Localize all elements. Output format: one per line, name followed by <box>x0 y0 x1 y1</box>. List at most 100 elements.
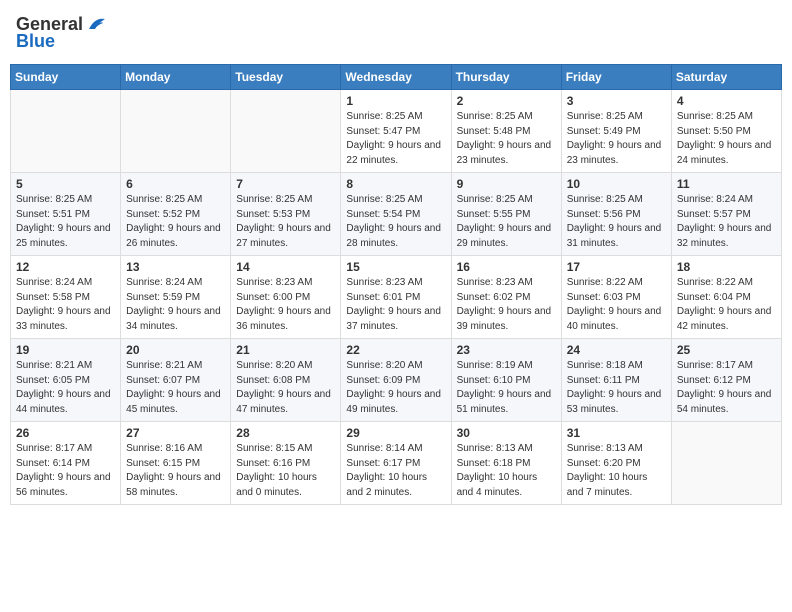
day-number: 16 <box>457 260 556 274</box>
calendar-cell: 19 Sunrise: 8:21 AM Sunset: 6:05 PM Dayl… <box>11 339 121 422</box>
sunset-text: Sunset: 6:00 PM <box>236 292 310 303</box>
calendar-cell: 29 Sunrise: 8:14 AM Sunset: 6:17 PM Dayl… <box>341 422 451 505</box>
col-monday: Monday <box>121 65 231 90</box>
calendar-cell: 1 Sunrise: 8:25 AM Sunset: 5:47 PM Dayli… <box>341 90 451 173</box>
daylight-text: Daylight: 9 hours and 34 minutes. <box>126 306 221 332</box>
day-number: 22 <box>346 343 445 357</box>
daylight-text: Daylight: 9 hours and 25 minutes. <box>16 223 111 249</box>
calendar-cell <box>231 90 341 173</box>
daylight-text: Daylight: 10 hours and 4 minutes. <box>457 472 538 498</box>
calendar-cell: 24 Sunrise: 8:18 AM Sunset: 6:11 PM Dayl… <box>561 339 671 422</box>
sunset-text: Sunset: 6:20 PM <box>567 458 641 469</box>
sunrise-text: Sunrise: 8:20 AM <box>236 360 312 371</box>
day-number: 18 <box>677 260 776 274</box>
sunrise-text: Sunrise: 8:25 AM <box>567 111 643 122</box>
day-info: Sunrise: 8:25 AM Sunset: 5:51 PM Dayligh… <box>16 193 115 251</box>
calendar-cell: 11 Sunrise: 8:24 AM Sunset: 5:57 PM Dayl… <box>671 173 781 256</box>
calendar-week-row: 5 Sunrise: 8:25 AM Sunset: 5:51 PM Dayli… <box>11 173 782 256</box>
calendar-cell: 30 Sunrise: 8:13 AM Sunset: 6:18 PM Dayl… <box>451 422 561 505</box>
day-info: Sunrise: 8:25 AM Sunset: 5:52 PM Dayligh… <box>126 193 225 251</box>
calendar-cell: 26 Sunrise: 8:17 AM Sunset: 6:14 PM Dayl… <box>11 422 121 505</box>
day-info: Sunrise: 8:25 AM Sunset: 5:53 PM Dayligh… <box>236 193 335 251</box>
daylight-text: Daylight: 9 hours and 42 minutes. <box>677 306 772 332</box>
sunrise-text: Sunrise: 8:24 AM <box>126 277 202 288</box>
day-info: Sunrise: 8:24 AM Sunset: 5:57 PM Dayligh… <box>677 193 776 251</box>
sunset-text: Sunset: 6:12 PM <box>677 375 751 386</box>
col-friday: Friday <box>561 65 671 90</box>
daylight-text: Daylight: 9 hours and 58 minutes. <box>126 472 221 498</box>
day-number: 10 <box>567 177 666 191</box>
day-info: Sunrise: 8:16 AM Sunset: 6:15 PM Dayligh… <box>126 442 225 500</box>
day-number: 12 <box>16 260 115 274</box>
day-info: Sunrise: 8:22 AM Sunset: 6:03 PM Dayligh… <box>567 276 666 334</box>
sunrise-text: Sunrise: 8:14 AM <box>346 443 422 454</box>
sunrise-text: Sunrise: 8:25 AM <box>346 194 422 205</box>
calendar-cell: 10 Sunrise: 8:25 AM Sunset: 5:56 PM Dayl… <box>561 173 671 256</box>
day-number: 11 <box>677 177 776 191</box>
col-saturday: Saturday <box>671 65 781 90</box>
day-info: Sunrise: 8:25 AM Sunset: 5:49 PM Dayligh… <box>567 110 666 168</box>
sunrise-text: Sunrise: 8:21 AM <box>126 360 202 371</box>
sunrise-text: Sunrise: 8:23 AM <box>457 277 533 288</box>
sunset-text: Sunset: 6:10 PM <box>457 375 531 386</box>
col-sunday: Sunday <box>11 65 121 90</box>
day-number: 19 <box>16 343 115 357</box>
sunset-text: Sunset: 6:04 PM <box>677 292 751 303</box>
day-info: Sunrise: 8:17 AM Sunset: 6:12 PM Dayligh… <box>677 359 776 417</box>
daylight-text: Daylight: 9 hours and 37 minutes. <box>346 306 441 332</box>
calendar-cell: 7 Sunrise: 8:25 AM Sunset: 5:53 PM Dayli… <box>231 173 341 256</box>
calendar-cell: 22 Sunrise: 8:20 AM Sunset: 6:09 PM Dayl… <box>341 339 451 422</box>
logo-bird-icon <box>85 15 107 33</box>
sunset-text: Sunset: 6:02 PM <box>457 292 531 303</box>
calendar-cell: 8 Sunrise: 8:25 AM Sunset: 5:54 PM Dayli… <box>341 173 451 256</box>
sunrise-text: Sunrise: 8:13 AM <box>567 443 643 454</box>
calendar-week-row: 19 Sunrise: 8:21 AM Sunset: 6:05 PM Dayl… <box>11 339 782 422</box>
calendar-cell: 31 Sunrise: 8:13 AM Sunset: 6:20 PM Dayl… <box>561 422 671 505</box>
calendar-cell: 21 Sunrise: 8:20 AM Sunset: 6:08 PM Dayl… <box>231 339 341 422</box>
sunset-text: Sunset: 6:15 PM <box>126 458 200 469</box>
sunrise-text: Sunrise: 8:21 AM <box>16 360 92 371</box>
sunrise-text: Sunrise: 8:25 AM <box>677 111 753 122</box>
calendar-cell: 14 Sunrise: 8:23 AM Sunset: 6:00 PM Dayl… <box>231 256 341 339</box>
calendar-week-row: 12 Sunrise: 8:24 AM Sunset: 5:58 PM Dayl… <box>11 256 782 339</box>
day-info: Sunrise: 8:21 AM Sunset: 6:07 PM Dayligh… <box>126 359 225 417</box>
sunset-text: Sunset: 5:51 PM <box>16 209 90 220</box>
daylight-text: Daylight: 9 hours and 56 minutes. <box>16 472 111 498</box>
calendar-table: Sunday Monday Tuesday Wednesday Thursday… <box>10 64 782 505</box>
day-number: 24 <box>567 343 666 357</box>
calendar-cell: 25 Sunrise: 8:17 AM Sunset: 6:12 PM Dayl… <box>671 339 781 422</box>
sunset-text: Sunset: 6:08 PM <box>236 375 310 386</box>
daylight-text: Daylight: 9 hours and 29 minutes. <box>457 223 552 249</box>
day-number: 17 <box>567 260 666 274</box>
sunrise-text: Sunrise: 8:19 AM <box>457 360 533 371</box>
col-thursday: Thursday <box>451 65 561 90</box>
sunset-text: Sunset: 5:57 PM <box>677 209 751 220</box>
day-info: Sunrise: 8:20 AM Sunset: 6:09 PM Dayligh… <box>346 359 445 417</box>
calendar-week-row: 1 Sunrise: 8:25 AM Sunset: 5:47 PM Dayli… <box>11 90 782 173</box>
day-info: Sunrise: 8:23 AM Sunset: 6:01 PM Dayligh… <box>346 276 445 334</box>
sunset-text: Sunset: 5:50 PM <box>677 126 751 137</box>
sunrise-text: Sunrise: 8:17 AM <box>677 360 753 371</box>
calendar-cell: 5 Sunrise: 8:25 AM Sunset: 5:51 PM Dayli… <box>11 173 121 256</box>
calendar-cell: 28 Sunrise: 8:15 AM Sunset: 6:16 PM Dayl… <box>231 422 341 505</box>
daylight-text: Daylight: 9 hours and 53 minutes. <box>567 389 662 415</box>
day-info: Sunrise: 8:20 AM Sunset: 6:08 PM Dayligh… <box>236 359 335 417</box>
col-tuesday: Tuesday <box>231 65 341 90</box>
sunset-text: Sunset: 5:54 PM <box>346 209 420 220</box>
sunset-text: Sunset: 6:14 PM <box>16 458 90 469</box>
day-info: Sunrise: 8:24 AM Sunset: 5:58 PM Dayligh… <box>16 276 115 334</box>
daylight-text: Daylight: 9 hours and 44 minutes. <box>16 389 111 415</box>
day-info: Sunrise: 8:25 AM Sunset: 5:48 PM Dayligh… <box>457 110 556 168</box>
day-number: 9 <box>457 177 556 191</box>
sunrise-text: Sunrise: 8:22 AM <box>677 277 753 288</box>
calendar-cell: 6 Sunrise: 8:25 AM Sunset: 5:52 PM Dayli… <box>121 173 231 256</box>
day-number: 15 <box>346 260 445 274</box>
sunrise-text: Sunrise: 8:25 AM <box>346 111 422 122</box>
day-info: Sunrise: 8:13 AM Sunset: 6:20 PM Dayligh… <box>567 442 666 500</box>
day-info: Sunrise: 8:24 AM Sunset: 5:59 PM Dayligh… <box>126 276 225 334</box>
sunset-text: Sunset: 6:03 PM <box>567 292 641 303</box>
sunset-text: Sunset: 6:07 PM <box>126 375 200 386</box>
sunset-text: Sunset: 5:59 PM <box>126 292 200 303</box>
sunrise-text: Sunrise: 8:24 AM <box>677 194 753 205</box>
sunrise-text: Sunrise: 8:23 AM <box>236 277 312 288</box>
